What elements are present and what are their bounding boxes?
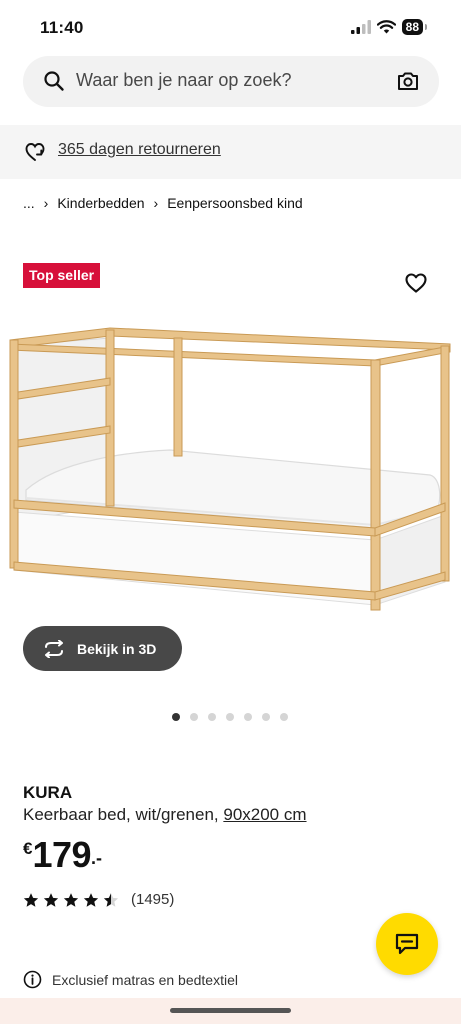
status-bar: 11:40 88 bbox=[0, 0, 461, 52]
status-time: 11:40 bbox=[40, 18, 84, 37]
info-row: Exclusief matras en bedtextiel bbox=[23, 970, 238, 989]
breadcrumb-item-eenpersoonsbed[interactable]: Eenpersoonsbed kind bbox=[167, 195, 302, 211]
search-bar[interactable]: Waar ben je naar op zoek? bbox=[23, 56, 439, 107]
rotate-3d-icon bbox=[42, 639, 66, 658]
breadcrumb-ellipsis[interactable]: ... bbox=[23, 195, 35, 211]
heart-icon[interactable] bbox=[404, 272, 428, 294]
product-description: Keerbaar bed, wit/grenen, 90x200 cm bbox=[23, 805, 307, 825]
carousel-dot[interactable] bbox=[208, 713, 216, 721]
returns-link[interactable]: 365 dagen retourneren bbox=[58, 141, 221, 159]
price-suffix: .- bbox=[91, 848, 103, 868]
carousel-dot[interactable] bbox=[190, 713, 198, 721]
product-name: KURA bbox=[23, 783, 73, 802]
search-icon bbox=[44, 71, 64, 91]
product-description-text: Keerbaar bed, wit/grenen, bbox=[23, 805, 219, 824]
rating-count[interactable]: (1495) bbox=[131, 891, 174, 908]
home-indicator bbox=[170, 1008, 291, 1013]
info-icon bbox=[23, 970, 42, 989]
chat-icon bbox=[395, 933, 419, 955]
breadcrumb-item-kinderbedden[interactable]: Kinderbedden bbox=[57, 195, 144, 211]
product-size-link[interactable]: 90x200 cm bbox=[223, 805, 306, 824]
price-currency: € bbox=[23, 839, 33, 858]
product-price: € 179 .- bbox=[23, 834, 102, 876]
view-3d-button[interactable]: Bekijk in 3D bbox=[23, 626, 182, 671]
breadcrumb-separator: › bbox=[153, 195, 159, 211]
carousel-dot[interactable] bbox=[172, 713, 180, 721]
status-icons: 88 bbox=[350, 19, 428, 35]
battery-icon: 88 bbox=[401, 19, 428, 35]
star-icon bbox=[23, 892, 39, 907]
returns-icon bbox=[25, 143, 45, 161]
product-rating[interactable]: (1495) bbox=[23, 891, 174, 908]
search-input[interactable]: Waar ben je naar op zoek? bbox=[76, 70, 291, 91]
camera-icon[interactable] bbox=[397, 70, 419, 92]
breadcrumb: ... › Kinderbedden › Eenpersoonsbed kind bbox=[23, 195, 303, 211]
star-icon bbox=[103, 892, 119, 907]
carousel-dot[interactable] bbox=[244, 713, 252, 721]
view-3d-label: Bekijk in 3D bbox=[77, 640, 157, 657]
rating-stars bbox=[23, 892, 119, 908]
returns-banner[interactable]: 365 dagen retourneren bbox=[0, 125, 461, 179]
chat-button[interactable] bbox=[376, 913, 438, 975]
image-carousel-dots bbox=[172, 713, 288, 721]
wifi-icon bbox=[376, 20, 396, 34]
product-image[interactable] bbox=[0, 300, 461, 630]
carousel-dot[interactable] bbox=[226, 713, 234, 721]
breadcrumb-separator: › bbox=[43, 195, 49, 211]
star-icon bbox=[83, 892, 99, 907]
price-amount: 179 bbox=[32, 834, 92, 875]
star-icon bbox=[43, 892, 59, 907]
signal-icon bbox=[350, 20, 371, 34]
star-icon bbox=[63, 892, 79, 907]
carousel-dot[interactable] bbox=[280, 713, 288, 721]
info-text: Exclusief matras en bedtextiel bbox=[52, 971, 238, 988]
top-seller-badge: Top seller bbox=[23, 263, 101, 288]
carousel-dot[interactable] bbox=[262, 713, 270, 721]
